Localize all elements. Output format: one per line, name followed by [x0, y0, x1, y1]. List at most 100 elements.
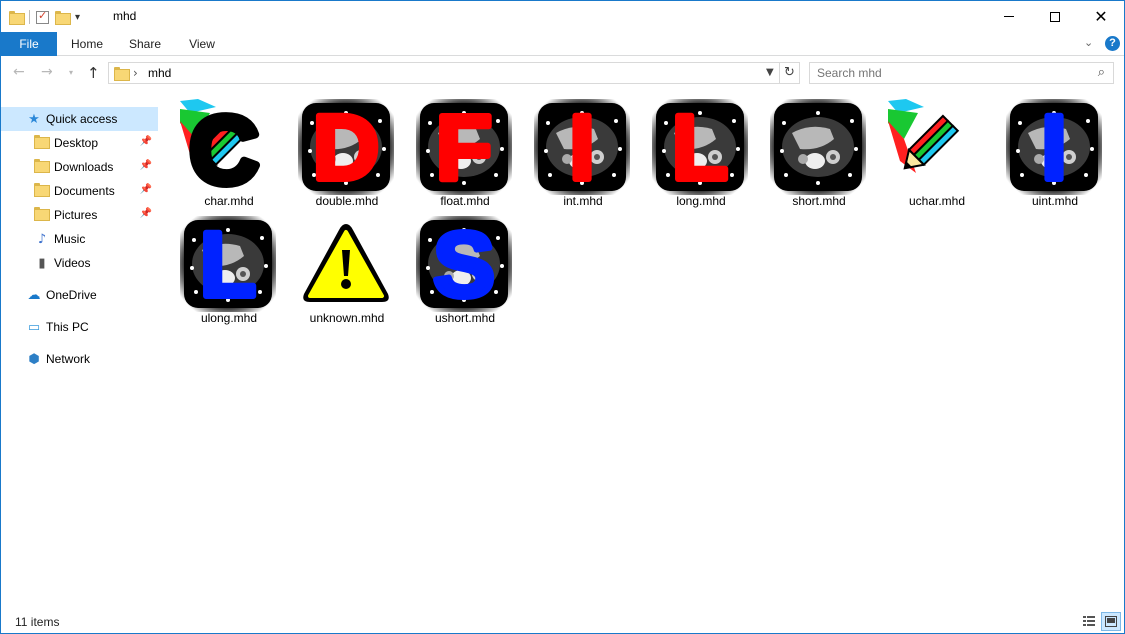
thumbnail-image: [770, 99, 866, 195]
svg-text:I: I: [569, 99, 595, 195]
svg-text:D: D: [313, 99, 379, 195]
ribbon-tabs: File Home Share View ⌄ ?: [1, 32, 1124, 56]
new-folder-icon[interactable]: [55, 11, 71, 25]
recent-locations-icon[interactable]: ▾: [69, 68, 73, 86]
svg-text:S: S: [433, 216, 494, 312]
sidebar-item-label: Pictures: [54, 208, 98, 222]
file-thumbnail: C: [180, 93, 276, 208]
customize-toolbar-icon[interactable]: ▾: [75, 12, 80, 23]
file-item-int[interactable]: I int.mhd: [524, 91, 632, 208]
sidebar-item-label: Videos: [54, 256, 91, 270]
svg-text:I: I: [1041, 99, 1067, 195]
search-icon[interactable]: ⌕: [1098, 65, 1105, 80]
file-item-long[interactable]: L long.mhd: [642, 91, 750, 208]
file-name: ushort.mhd: [434, 311, 496, 325]
file-item-double[interactable]: D double.mhd: [288, 91, 396, 208]
tab-home[interactable]: Home: [63, 32, 111, 56]
file-item-unknown[interactable]: unknown.mhd: [288, 208, 396, 325]
tab-view[interactable]: View: [179, 32, 225, 56]
file-thumbnail: D: [298, 94, 394, 202]
breadcrumb-separator[interactable]: ›: [133, 66, 138, 80]
pin-icon[interactable]: 📌: [140, 160, 152, 171]
sidebar-item-documents[interactable]: Documents 📌: [1, 179, 158, 203]
minimize-icon: [1004, 16, 1014, 17]
file-thumbnail: I: [1006, 94, 1102, 202]
sidebar-item-label: Quick access: [46, 112, 118, 126]
properties-icon[interactable]: [36, 9, 49, 24]
svg-text:C: C: [189, 99, 258, 195]
pin-icon[interactable]: 📌: [140, 208, 152, 219]
details-view-button[interactable]: [1079, 612, 1099, 631]
search-box[interactable]: ⌕: [809, 62, 1114, 84]
chevron-down-icon[interactable]: ▼: [766, 67, 774, 78]
file-name: long.mhd: [676, 194, 726, 208]
pin-icon[interactable]: 📌: [140, 184, 152, 195]
sidebar-item-pictures[interactable]: Pictures 📌: [1, 203, 158, 227]
file-thumbnail: L: [180, 211, 276, 319]
file-name: unknown.mhd: [309, 311, 385, 325]
thumbnail-image: I: [1006, 94, 1102, 202]
svg-text:L: L: [200, 216, 256, 312]
tab-file[interactable]: File: [1, 32, 57, 56]
file-name: ulong.mhd: [200, 311, 258, 325]
forward-arrow-icon[interactable]: →: [41, 64, 53, 82]
music-folder-icon: ♪: [37, 231, 47, 247]
sidebar-item-videos[interactable]: ▮ Videos: [1, 251, 158, 275]
file-item-ulong[interactable]: L ulong.mhd: [170, 208, 278, 325]
sidebar-item-desktop[interactable]: Desktop 📌: [1, 131, 158, 155]
sidebar-item-quick-access[interactable]: ★ Quick access: [1, 107, 158, 131]
pin-icon[interactable]: 📌: [140, 136, 152, 147]
file-explorer-window: ▾ mhd ✕ File Home Share View ⌄ ? ← → ▾ ↑…: [0, 0, 1125, 634]
help-icon[interactable]: ?: [1105, 36, 1120, 51]
sidebar-item-onedrive[interactable]: ☁ OneDrive: [1, 283, 158, 307]
navigation-pane: ★ Quick access Desktop 📌 Downloads 📌 Doc…: [1, 97, 161, 607]
file-name: uint.mhd: [1031, 194, 1079, 208]
file-thumbnail: [770, 99, 866, 195]
title-bar: ▾ mhd ✕: [1, 1, 1124, 32]
minimize-button[interactable]: [986, 1, 1032, 32]
search-input[interactable]: [817, 65, 1087, 81]
thumbnail-image: L: [180, 211, 276, 319]
sidebar-item-label: Documents: [54, 184, 115, 198]
folder-icon[interactable]: [9, 11, 25, 25]
window-title: mhd: [113, 9, 137, 23]
sidebar-item-this-pc[interactable]: ▭ This PC: [1, 315, 158, 339]
details-view-icon: [1083, 616, 1095, 626]
tab-share[interactable]: Share: [121, 32, 169, 56]
file-item-char[interactable]: C char.mhd: [170, 91, 278, 208]
file-item-ushort[interactable]: S ushort.mhd: [406, 208, 514, 325]
thumbnail-image: I: [534, 94, 630, 202]
back-arrow-icon[interactable]: ←: [13, 64, 25, 82]
file-item-uint[interactable]: I uint.mhd: [996, 91, 1104, 208]
quick-access-toolbar: ▾: [9, 7, 80, 27]
computer-icon: ▭: [27, 319, 41, 335]
file-name: uchar.mhd: [908, 194, 966, 208]
sidebar-item-label: Desktop: [54, 136, 99, 150]
expand-ribbon-icon[interactable]: ⌄: [1084, 36, 1093, 49]
file-name: int.mhd: [563, 194, 603, 208]
file-list: C char.mhd D double.mhd F float.mhd I in…: [162, 91, 1124, 607]
file-thumbnail: I: [534, 94, 630, 202]
large-icons-view-button[interactable]: [1101, 612, 1121, 631]
toolbar-divider: [29, 10, 30, 24]
item-count: 11 items: [15, 615, 60, 629]
file-item-uchar[interactable]: uchar.mhd: [878, 91, 986, 208]
file-item-float[interactable]: F float.mhd: [406, 91, 514, 208]
maximize-icon: [1050, 11, 1060, 22]
close-button[interactable]: ✕: [1078, 1, 1124, 32]
sidebar-item-music[interactable]: ♪ Music: [1, 227, 158, 251]
address-bar[interactable]: › mhd ▼: [108, 62, 780, 84]
thumbnail-image: F: [416, 94, 512, 202]
refresh-button[interactable]: ↻: [780, 62, 800, 84]
sidebar-item-label: Downloads: [54, 160, 114, 174]
sidebar-item-label: This PC: [46, 320, 89, 334]
file-name: short.mhd: [792, 194, 846, 208]
breadcrumb-mhd[interactable]: mhd: [148, 66, 171, 80]
file-thumbnail: L: [652, 94, 748, 202]
sidebar-item-downloads[interactable]: Downloads 📌: [1, 155, 158, 179]
sidebar-item-label: Network: [46, 352, 91, 366]
file-item-short[interactable]: short.mhd: [760, 91, 868, 208]
maximize-button[interactable]: [1032, 1, 1078, 32]
sidebar-item-network[interactable]: ⬢ Network: [1, 347, 158, 371]
up-arrow-icon[interactable]: ↑: [87, 64, 100, 82]
